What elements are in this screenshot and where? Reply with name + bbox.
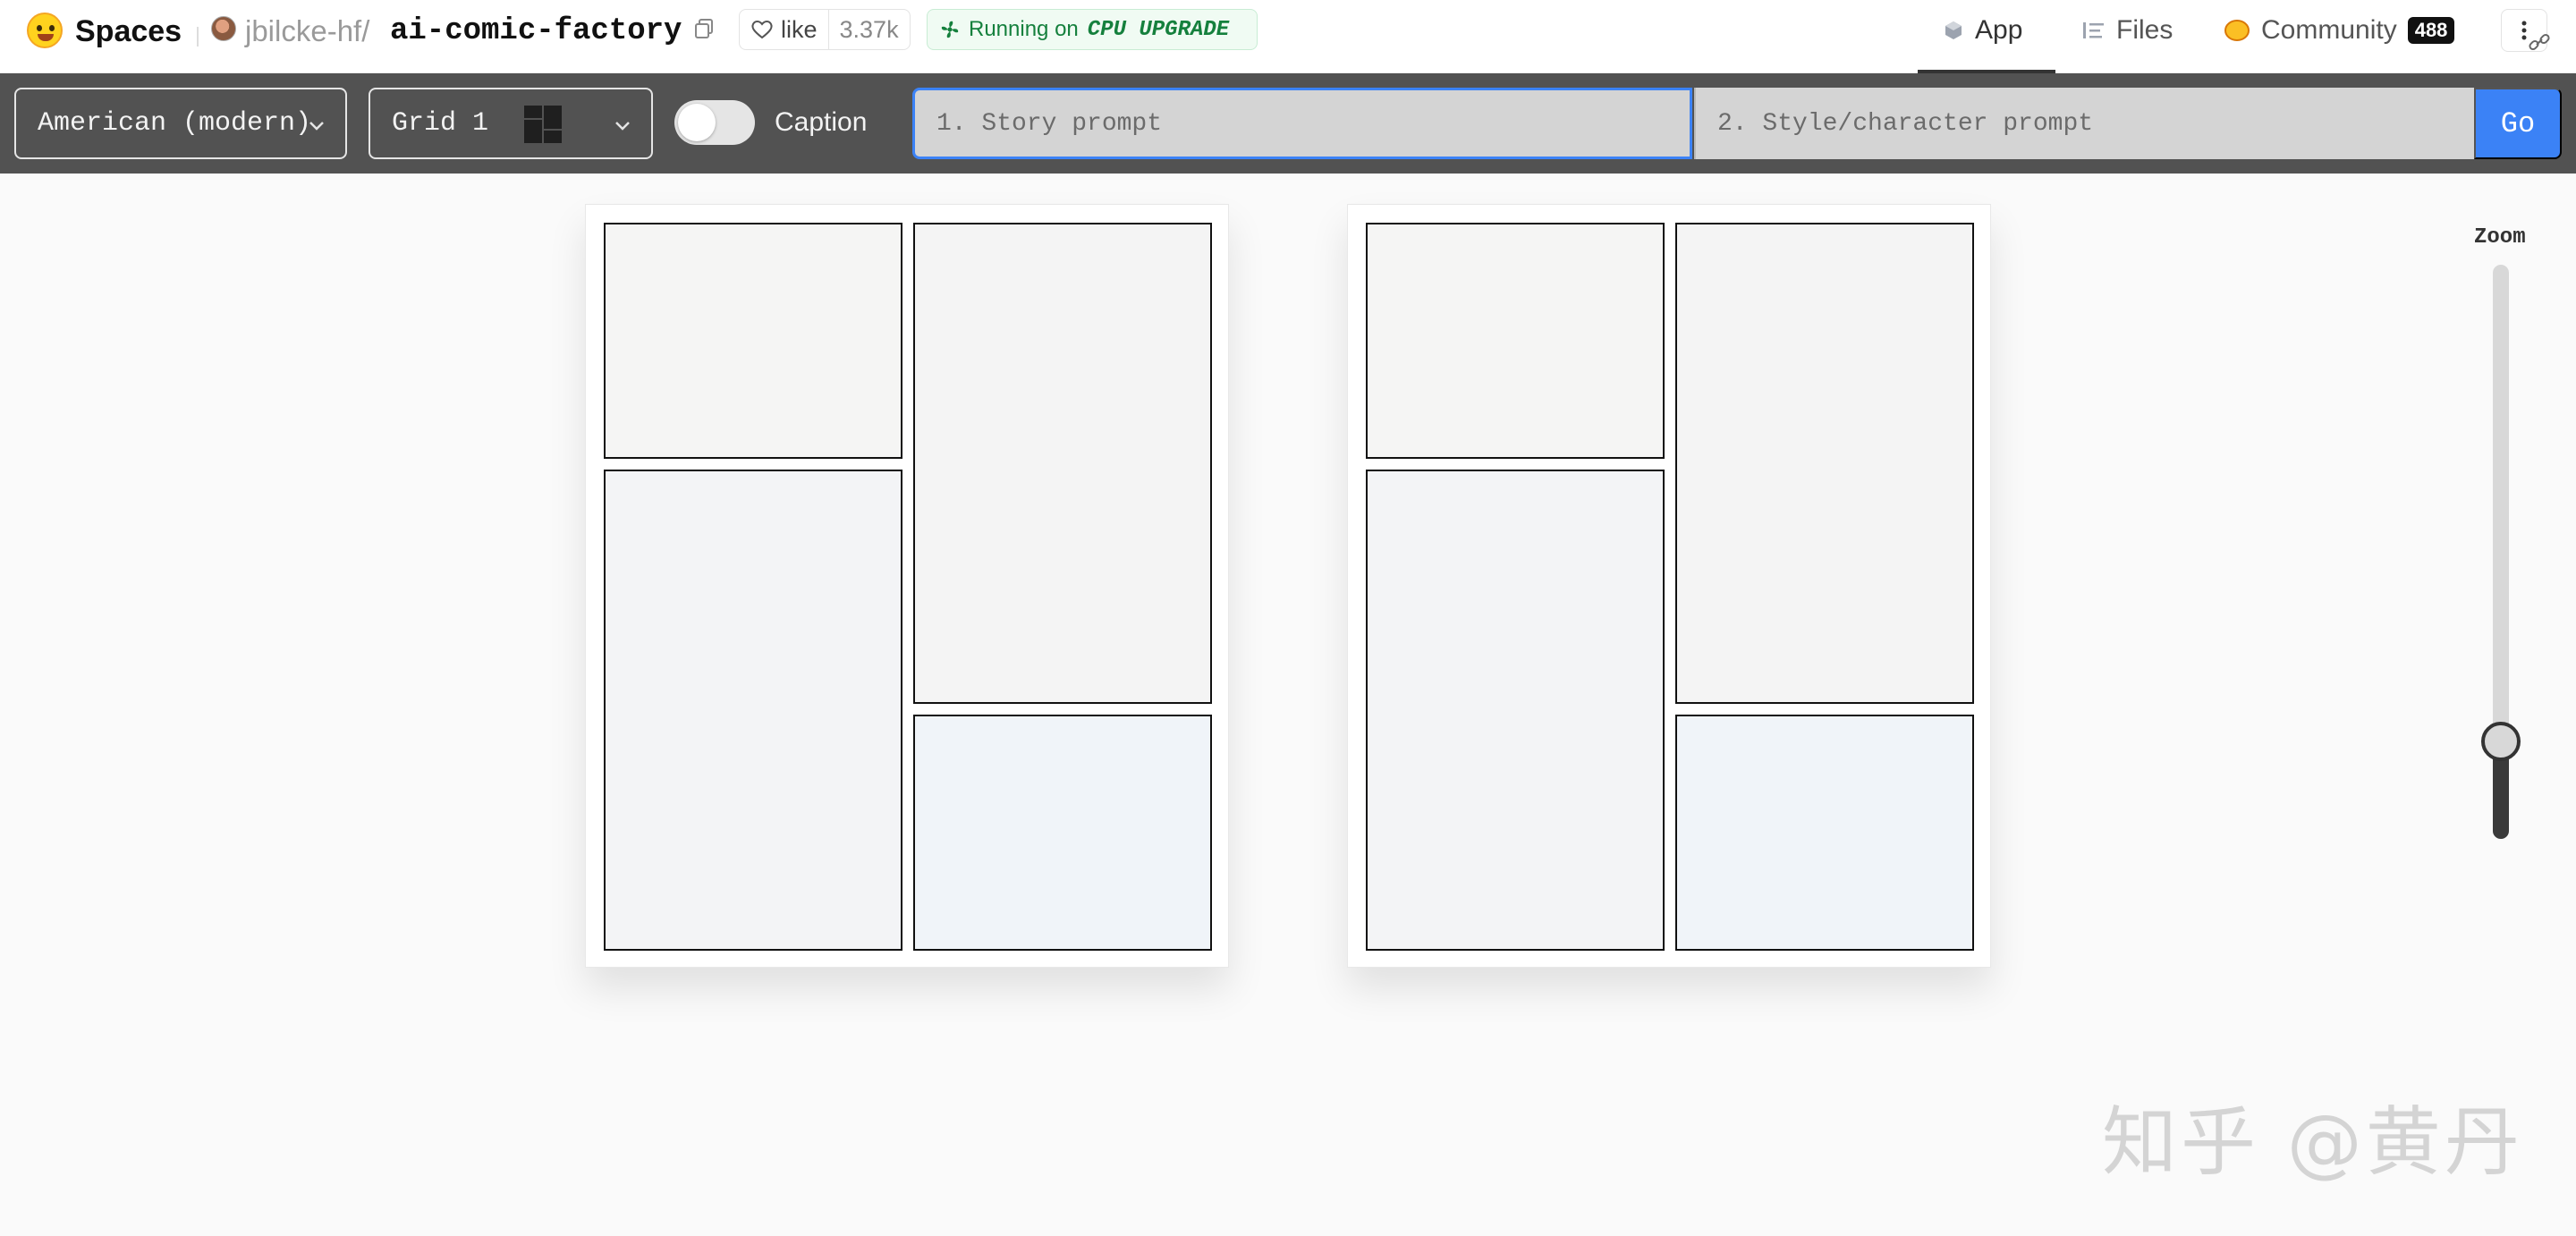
comic-toolbar: American (modern) Grid 1 Caption Go	[0, 73, 2576, 174]
like-button[interactable]: like 3.37k	[739, 9, 911, 50]
comic-panel-1	[1366, 223, 1665, 459]
path-slash: /	[361, 14, 370, 47]
hf-header: Spaces jbilcke-hf/ ai-comic-factory like…	[0, 0, 2576, 73]
chevron-down-icon	[615, 122, 630, 131]
comic-panel-3	[604, 470, 902, 951]
style-select-value: American (modern)	[38, 108, 312, 139]
files-list-icon	[2083, 22, 2104, 38]
grid-layout-icon	[524, 106, 562, 143]
go-button[interactable]: Go	[2474, 88, 2562, 159]
comic-panel-3	[1366, 470, 1665, 951]
tab-files-label: Files	[2116, 15, 2174, 45]
cube-icon	[1945, 21, 1962, 39]
spaces-link[interactable]: Spaces	[75, 14, 182, 49]
tab-app[interactable]: App	[1943, 13, 2022, 48]
like-label: like	[781, 15, 818, 43]
owner-avatar[interactable]	[211, 16, 236, 41]
status-prefix: Running on	[969, 17, 1079, 41]
header-divider	[197, 27, 199, 47]
layout-select[interactable]: Grid 1	[369, 88, 653, 159]
layout-select-value: Grid 1	[392, 108, 489, 139]
fan-icon	[941, 21, 959, 38]
comic-page-1	[585, 204, 1229, 968]
tab-community[interactable]: Community 488	[2224, 13, 2455, 48]
comic-panel-1	[604, 223, 902, 459]
comic-panel-2	[1675, 223, 1974, 704]
zoom-slider-thumb[interactable]	[2481, 722, 2521, 761]
caption-label: Caption	[775, 107, 868, 137]
comic-page-2	[1347, 204, 1991, 968]
chevron-down-icon	[309, 122, 324, 131]
hugging-face-logo-icon[interactable]	[27, 13, 63, 48]
copy-icon[interactable]	[694, 18, 714, 39]
tab-community-label: Community	[2261, 15, 2397, 45]
runtime-status-badge[interactable]: Running on CPU UPGRADE	[927, 9, 1258, 50]
like-count[interactable]: 3.37k	[829, 16, 910, 44]
heart-icon	[751, 21, 773, 39]
zoom-label: Zoom	[2474, 225, 2526, 250]
link-icon[interactable]	[2528, 30, 2551, 54]
zhihu-watermark: 知乎 @黄丹	[2102, 1098, 2523, 1186]
story-prompt-input[interactable]	[912, 88, 1692, 159]
owner-link[interactable]: jbilcke-hf/	[245, 14, 369, 48]
repo-name[interactable]: ai-comic-factory	[390, 14, 682, 48]
like-toggle[interactable]: like	[740, 10, 829, 49]
comic-panel-4	[913, 715, 1212, 951]
caption-toggle[interactable]	[674, 100, 755, 145]
tab-app-label: App	[1975, 15, 2023, 45]
style-prompt-input[interactable]	[1694, 88, 2474, 159]
caption-toggle-knob	[678, 104, 716, 141]
vertical-dots-icon	[2521, 21, 2527, 40]
owner-name[interactable]: jbilcke-hf	[245, 14, 361, 47]
community-icon	[2224, 20, 2250, 41]
tab-files[interactable]: Files	[2082, 13, 2173, 48]
community-count-badge: 488	[2407, 17, 2455, 44]
comic-panel-4	[1675, 715, 1974, 951]
style-select[interactable]: American (modern)	[14, 88, 347, 159]
status-hardware: CPU UPGRADE	[1087, 17, 1230, 42]
comic-panel-2	[913, 223, 1212, 704]
